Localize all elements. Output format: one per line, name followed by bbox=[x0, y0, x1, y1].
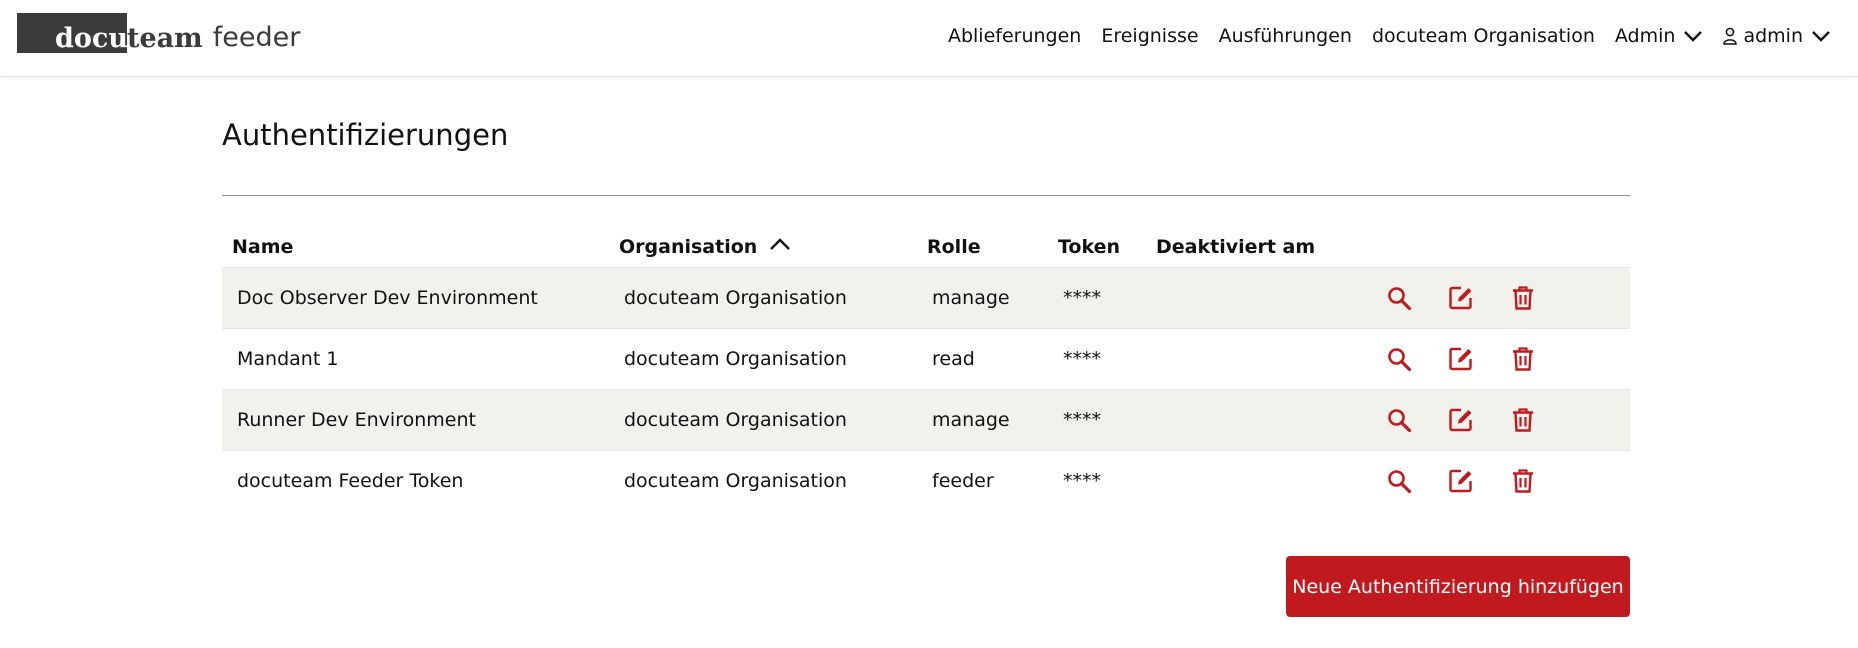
column-header-actions bbox=[1386, 222, 1630, 267]
chevron-down-icon bbox=[1684, 31, 1703, 42]
cell-organisation: docuteam Organisation bbox=[619, 327, 927, 389]
cell-deaktiviert bbox=[1156, 327, 1386, 389]
sort-ascending-icon bbox=[770, 238, 791, 251]
logo-text-feeder: feeder bbox=[212, 22, 301, 53]
chevron-down-icon bbox=[1812, 31, 1830, 42]
search-icon[interactable] bbox=[1386, 285, 1412, 311]
title-divider bbox=[222, 195, 1630, 196]
cell-name: docuteam Feeder Token bbox=[222, 449, 619, 511]
nav-organisation[interactable]: docuteam Organisation bbox=[1372, 25, 1595, 47]
table-row: Doc Observer Dev Environment docuteam Or… bbox=[222, 266, 1630, 328]
cell-rolle: feeder bbox=[927, 449, 1058, 511]
logo-text-team: team bbox=[127, 23, 203, 54]
user-menu[interactable]: admin bbox=[1723, 25, 1831, 47]
logo-text-docu: docu bbox=[55, 23, 128, 54]
cell-token: **** bbox=[1058, 388, 1156, 450]
cell-actions bbox=[1386, 266, 1630, 328]
cell-name: Doc Observer Dev Environment bbox=[222, 266, 619, 328]
cell-name: Mandant 1 bbox=[222, 327, 619, 389]
cell-name: Runner Dev Environment bbox=[222, 388, 619, 450]
nav-ablieferungen[interactable]: Ablieferungen bbox=[948, 25, 1081, 47]
cell-token: **** bbox=[1058, 449, 1156, 511]
top-navbar: docu team feeder Ablieferungen Ereigniss… bbox=[0, 0, 1858, 77]
trash-icon[interactable] bbox=[1510, 346, 1536, 372]
column-header-token[interactable]: Token bbox=[1058, 222, 1156, 267]
cell-deaktiviert bbox=[1156, 266, 1386, 328]
edit-icon[interactable] bbox=[1448, 346, 1474, 372]
cell-actions bbox=[1386, 327, 1630, 389]
cell-organisation: docuteam Organisation bbox=[619, 266, 927, 328]
column-header-deaktiviert[interactable]: Deaktiviert am bbox=[1156, 222, 1386, 267]
cell-rolle: manage bbox=[927, 388, 1058, 450]
column-header-name[interactable]: Name bbox=[222, 222, 619, 267]
main-nav: Ablieferungen Ereignisse Ausführungen do… bbox=[928, 0, 1831, 72]
cell-token: **** bbox=[1058, 327, 1156, 389]
admin-menu[interactable]: Admin bbox=[1615, 25, 1704, 47]
auth-table: Name Organisation Rolle Token Deaktivier… bbox=[222, 222, 1630, 511]
search-icon[interactable] bbox=[1386, 346, 1412, 372]
trash-icon[interactable] bbox=[1510, 468, 1536, 494]
nav-ausfuehrungen[interactable]: Ausführungen bbox=[1219, 25, 1352, 47]
cell-deaktiviert bbox=[1156, 388, 1386, 450]
table-header-row: Name Organisation Rolle Token Deaktivier… bbox=[222, 222, 1630, 267]
user-icon bbox=[1723, 27, 1738, 45]
edit-icon[interactable] bbox=[1448, 468, 1474, 494]
edit-icon[interactable] bbox=[1448, 285, 1474, 311]
trash-icon[interactable] bbox=[1510, 285, 1536, 311]
cell-rolle: manage bbox=[927, 266, 1058, 328]
cell-actions bbox=[1386, 449, 1630, 511]
table-row: docuteam Feeder Token docuteam Organisat… bbox=[222, 449, 1630, 511]
column-header-rolle[interactable]: Rolle bbox=[927, 222, 1058, 267]
column-header-organisation[interactable]: Organisation bbox=[619, 222, 927, 267]
cell-token: **** bbox=[1058, 266, 1156, 328]
search-icon[interactable] bbox=[1386, 407, 1412, 433]
cell-organisation: docuteam Organisation bbox=[619, 449, 927, 511]
cell-actions bbox=[1386, 388, 1630, 450]
add-authentication-button[interactable]: Neue Authentifizierung hinzufügen bbox=[1286, 556, 1630, 617]
app-logo[interactable]: docu team feeder bbox=[17, 13, 300, 54]
admin-menu-label: Admin bbox=[1614, 25, 1676, 47]
cell-deaktiviert bbox=[1156, 449, 1386, 511]
user-menu-label: admin bbox=[1743, 25, 1803, 47]
nav-ereignisse[interactable]: Ereignisse bbox=[1101, 25, 1198, 47]
cell-organisation: docuteam Organisation bbox=[619, 388, 927, 450]
page-title: Authentifizierungen bbox=[222, 118, 509, 152]
trash-icon[interactable] bbox=[1510, 407, 1536, 433]
cell-rolle: read bbox=[927, 327, 1058, 389]
table-row: Runner Dev Environment docuteam Organisa… bbox=[222, 388, 1630, 450]
table-row: Mandant 1 docuteam Organisation read ***… bbox=[222, 327, 1630, 389]
search-icon[interactable] bbox=[1386, 468, 1412, 494]
edit-icon[interactable] bbox=[1448, 407, 1474, 433]
